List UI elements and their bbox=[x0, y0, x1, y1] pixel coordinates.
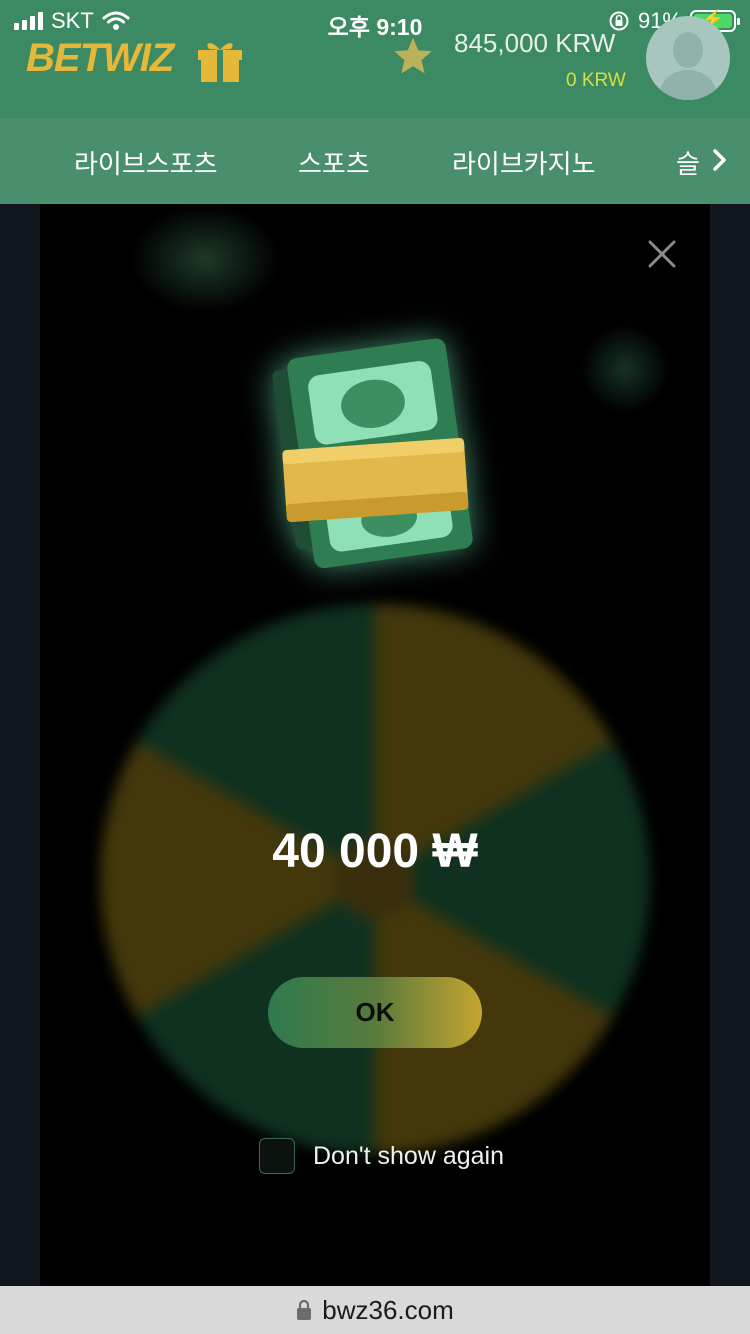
tab-slots[interactable]: 슬 bbox=[676, 144, 700, 181]
close-icon[interactable] bbox=[646, 238, 678, 270]
tab-live-sports[interactable]: 라이브스포츠 bbox=[74, 144, 218, 181]
ok-button[interactable]: OK bbox=[268, 977, 482, 1048]
nav-next-button[interactable] bbox=[700, 138, 740, 182]
bonus-popup: 40 000 ₩ OK Don't show again bbox=[40, 204, 710, 1286]
prize-wheel-background bbox=[95, 599, 655, 1159]
bonus-amount: 40 000 ₩ bbox=[272, 825, 478, 878]
avatar[interactable] bbox=[646, 16, 730, 100]
dont-show-again-checkbox[interactable] bbox=[259, 1138, 295, 1174]
star-icon[interactable] bbox=[392, 36, 434, 76]
dont-show-again-label[interactable]: Don't show again bbox=[313, 1142, 504, 1171]
status-bar: SKT 오후 9:10 91% ⚡ bbox=[0, 0, 750, 40]
url-text: bwz36.com bbox=[322, 1294, 454, 1325]
app-header: SKT 오후 9:10 91% ⚡ BETWIZ 845,000 KRW 0 K… bbox=[0, 0, 750, 118]
betwiz-logo[interactable]: BETWIZ bbox=[26, 36, 174, 81]
tab-sports[interactable]: 스포츠 bbox=[298, 144, 370, 181]
cash-bundle-icon bbox=[272, 338, 473, 569]
app-screen: SKT 오후 9:10 91% ⚡ BETWIZ 845,000 KRW 0 K… bbox=[0, 0, 750, 1334]
browser-url-bar[interactable]: bwz36.com bbox=[0, 1286, 750, 1334]
background-glow bbox=[130, 204, 280, 314]
tab-live-casino[interactable]: 라이브카지노 bbox=[452, 144, 596, 181]
dont-show-again-option[interactable]: Don't show again bbox=[259, 1138, 504, 1174]
gift-icon[interactable] bbox=[196, 38, 244, 84]
background-glow bbox=[580, 324, 670, 414]
category-nav: 라이브스포츠 스포츠 라이브카지노 슬 bbox=[0, 118, 750, 204]
main-balance: 845,000 KRW bbox=[454, 28, 616, 58]
user-silhouette-icon bbox=[658, 32, 718, 100]
chevron-right-icon bbox=[713, 149, 726, 171]
lock-icon bbox=[297, 1299, 312, 1320]
bonus-balance: 0 KRW bbox=[566, 70, 626, 91]
